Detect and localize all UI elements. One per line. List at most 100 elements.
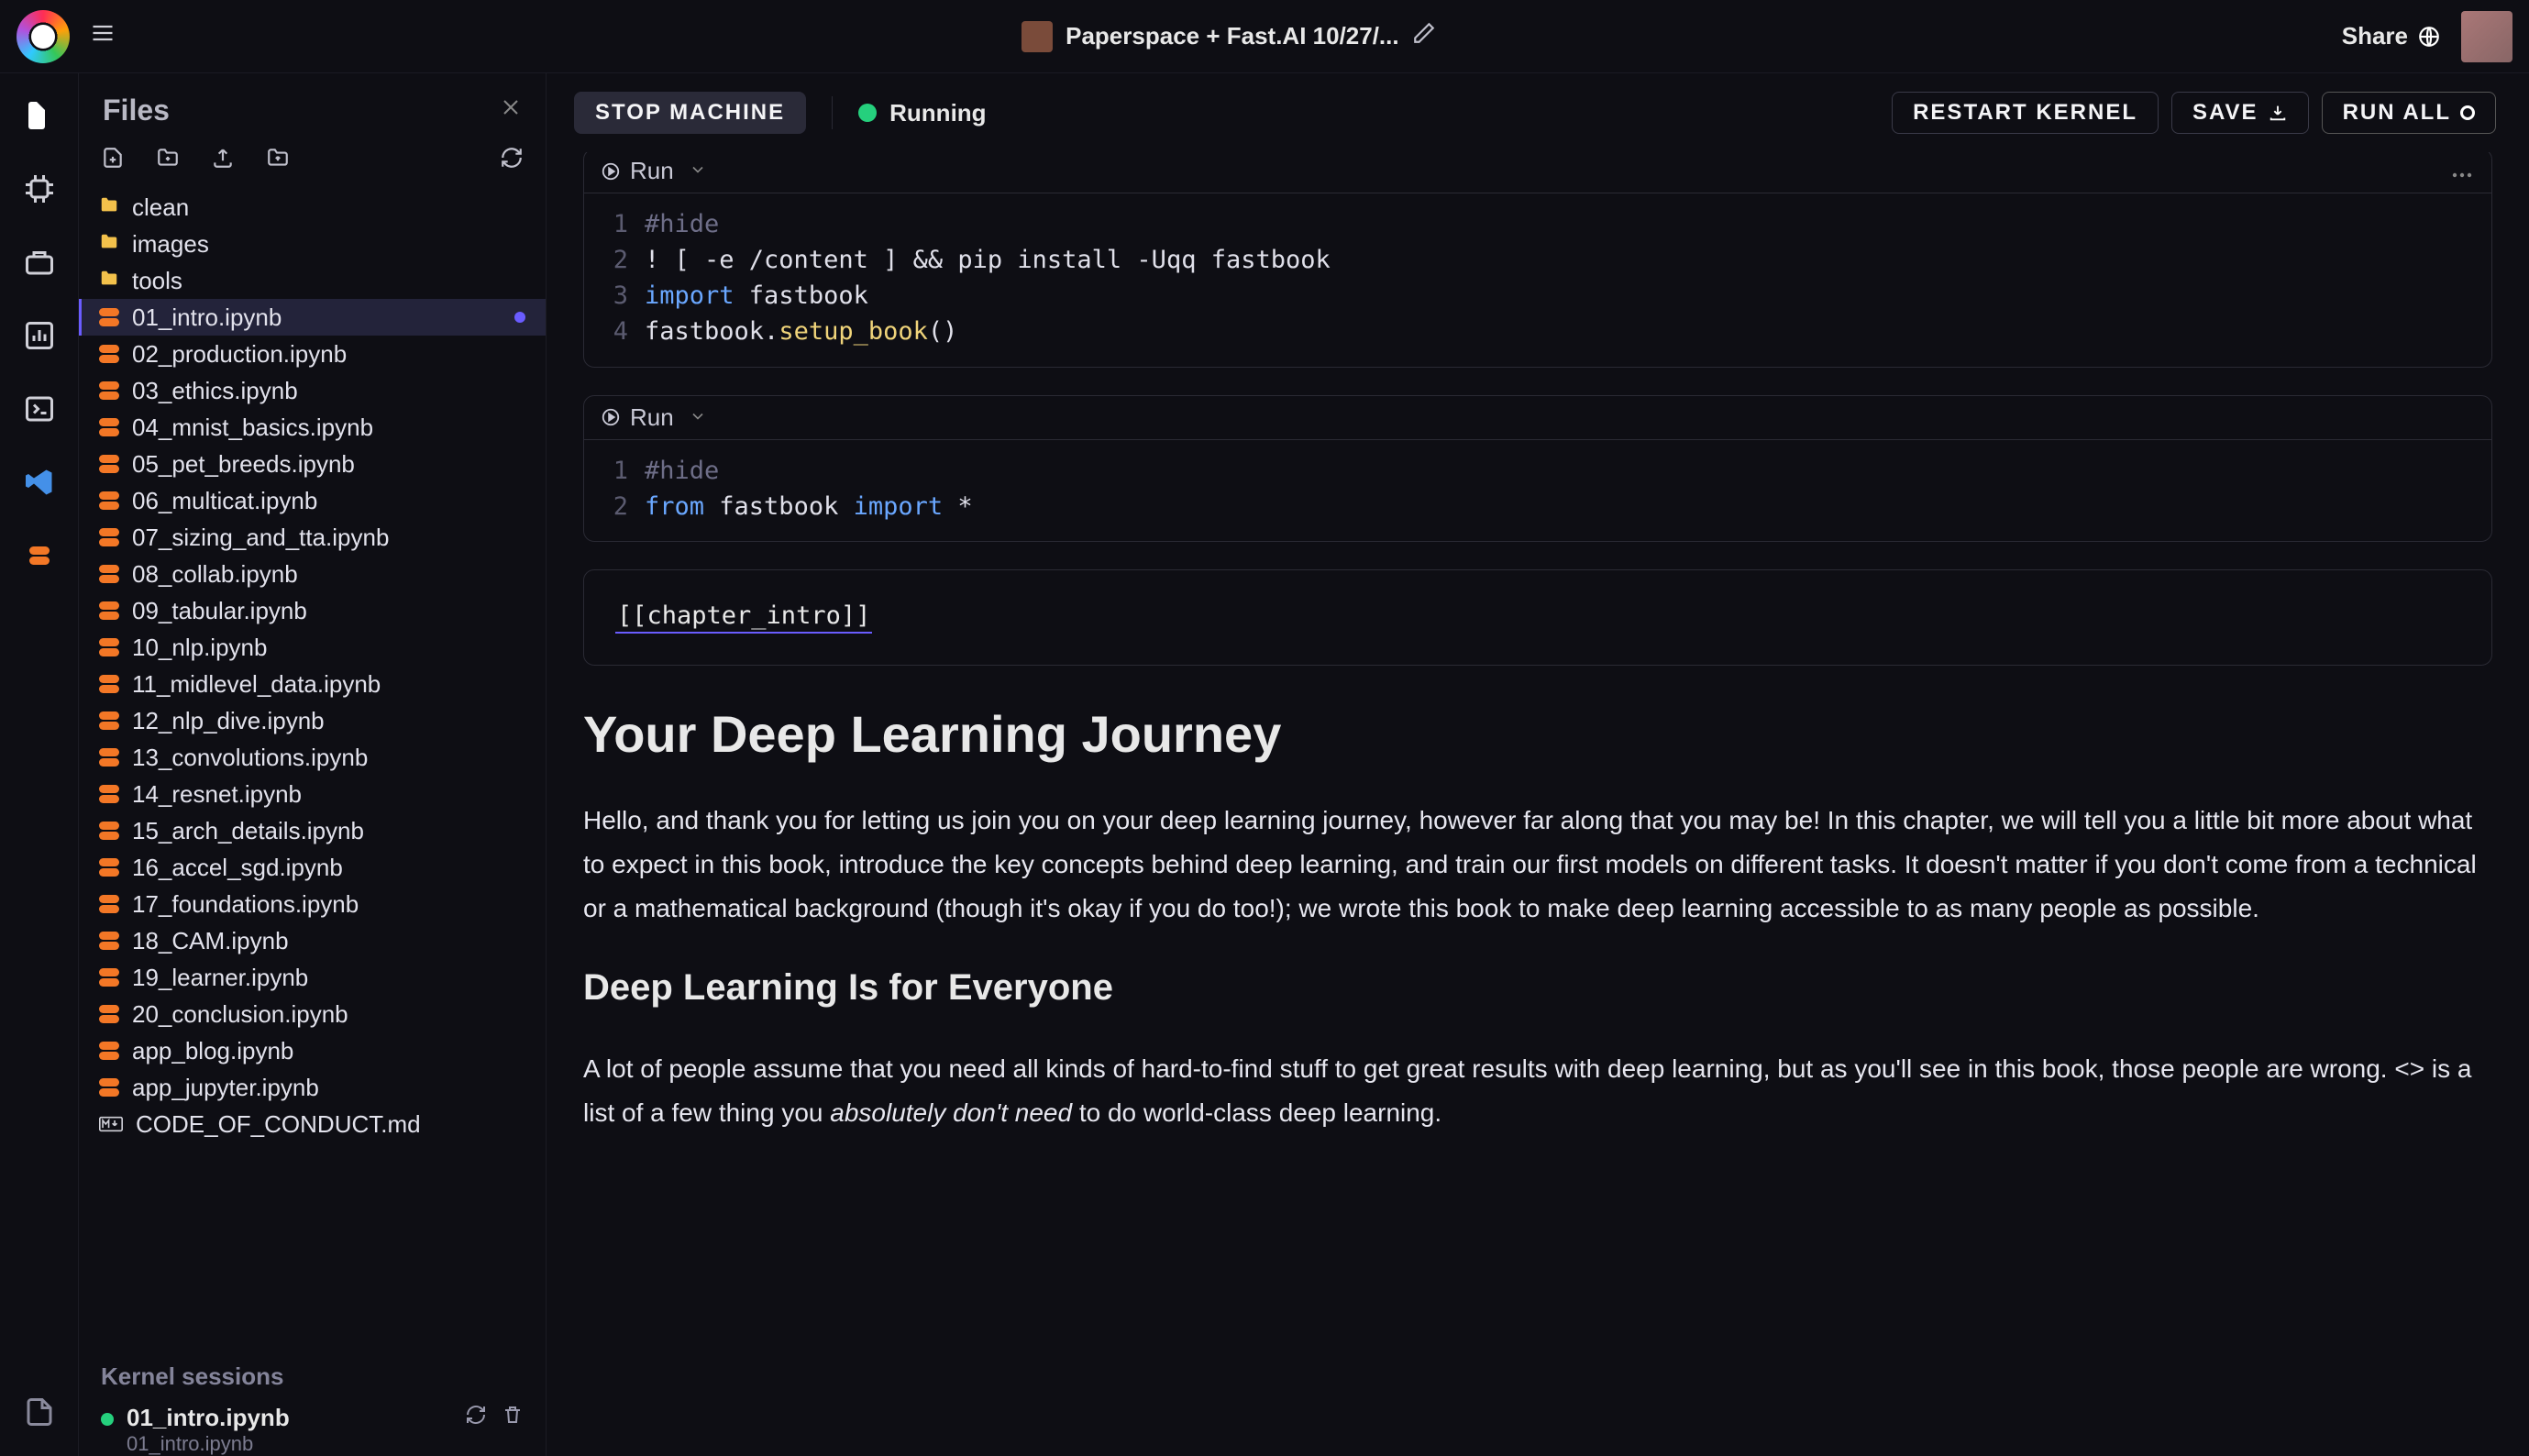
cell-menu-icon[interactable] [2449,157,2475,185]
jupyter-file-icon [99,454,119,474]
file-name: app_jupyter.ipynb [132,1074,319,1102]
code-area[interactable]: 1#hide 2from fastbook import * [584,439,2491,541]
jupyter-file-icon [99,417,119,437]
file-row[interactable]: 14_resnet.ipynb [79,776,546,812]
file-row[interactable]: 17_foundations.ipynb [79,886,546,922]
file-name: 19_learner.ipynb [132,964,308,992]
file-row[interactable]: 13_convolutions.ipynb [79,739,546,776]
kernel-restart-icon[interactable] [465,1404,487,1432]
file-name: app_blog.ipynb [132,1037,293,1065]
kernel-status-dot [101,1413,114,1426]
file-row[interactable]: 10_nlp.ipynb [79,629,546,666]
rail-vscode-icon[interactable] [21,464,58,501]
folder-icon [99,193,119,222]
edit-title-icon[interactable] [1412,21,1436,51]
kernel-path: 01_intro.ipynb [127,1432,290,1456]
rail-compute-icon[interactable] [21,171,58,207]
folder-name: images [132,230,209,259]
file-row[interactable]: 20_conclusion.ipynb [79,996,546,1032]
run-label: Run [630,157,674,185]
jupyter-file-icon [99,344,119,364]
file-name: 08_collab.ipynb [132,560,298,589]
file-row[interactable]: 02_production.ipynb [79,336,546,372]
markdown-h2: Deep Learning Is for Everyone [583,967,2492,1009]
folder-row[interactable]: clean [79,189,546,226]
sidebar-title: Files [103,94,487,127]
rail-files-icon[interactable] [21,97,58,134]
folder-icon [99,230,119,259]
file-row[interactable]: app_jupyter.ipynb [79,1069,546,1106]
menu-icon[interactable] [90,20,116,52]
machine-status: Running [858,99,986,127]
save-label: SAVE [2192,100,2258,126]
stop-machine-button[interactable]: STOP MACHINE [574,92,806,134]
markdown-paragraph: Hello, and thank you for letting us join… [583,799,2492,931]
new-folder-icon[interactable] [156,146,180,176]
file-name: 17_foundations.ipynb [132,890,359,919]
icon-rail [0,73,79,1456]
folder-row[interactable]: tools [79,262,546,299]
rail-metrics-icon[interactable] [21,317,58,354]
jupyter-file-icon [99,601,119,621]
user-avatar[interactable] [2461,11,2512,62]
file-row[interactable]: 01_intro.ipynb [79,299,546,336]
new-file-icon[interactable] [101,146,125,176]
rail-datasets-icon[interactable] [21,244,58,281]
save-button[interactable]: SAVE [2171,92,2309,134]
app-logo[interactable] [17,10,70,63]
file-name: 20_conclusion.ipynb [132,1000,348,1029]
markdown-file-icon [99,1110,123,1139]
run-label: Run [630,403,674,432]
file-toolbar [79,138,546,189]
file-name: 16_accel_sgd.ipynb [132,854,343,882]
rail-terminal-icon[interactable] [21,391,58,427]
file-name: 04_mnist_basics.ipynb [132,414,373,442]
file-name: 03_ethics.ipynb [132,377,298,405]
jupyter-file-icon [99,1077,119,1098]
action-bar: STOP MACHINE Running RESTART KERNEL SAVE… [547,73,2529,152]
file-row[interactable]: 11_midlevel_data.ipynb [79,666,546,702]
file-name: 13_convolutions.ipynb [132,744,368,772]
share-button[interactable]: Share [2342,22,2441,50]
file-row[interactable]: app_blog.ipynb [79,1032,546,1069]
kernel-title: Kernel sessions [101,1362,524,1391]
upload-file-icon[interactable] [211,146,235,176]
run-cell-button[interactable]: Run [601,157,674,185]
file-row[interactable]: 09_tabular.ipynb [79,592,546,629]
file-row[interactable]: 15_arch_details.ipynb [79,812,546,849]
share-label: Share [2342,22,2408,50]
run-all-button[interactable]: RUN ALL [2322,92,2496,134]
project-title: Paperspace + Fast.AI 10/27/... [1066,22,1398,50]
rail-docs-icon[interactable] [21,1394,58,1430]
chevron-down-icon[interactable] [689,403,707,432]
file-row[interactable]: 03_ethics.ipynb [79,372,546,409]
chevron-down-icon[interactable] [689,157,707,185]
run-cell-button[interactable]: Run [601,403,674,432]
file-row[interactable]: 16_accel_sgd.ipynb [79,849,546,886]
folder-row[interactable]: images [79,226,546,262]
kernel-item[interactable]: 01_intro.ipynb 01_intro.ipynb [101,1404,524,1456]
close-sidebar-icon[interactable] [500,96,522,125]
file-row[interactable]: 05_pet_breeds.ipynb [79,446,546,482]
divider [832,96,833,129]
file-row[interactable]: 06_multicat.ipynb [79,482,546,519]
restart-kernel-button[interactable]: RESTART KERNEL [1892,92,2159,134]
code-cell-1[interactable]: Run 1#hide 2! [ -e /content ] && pip ins… [583,149,2492,368]
file-name: 15_arch_details.ipynb [132,817,364,845]
file-row[interactable]: 19_learner.ipynb [79,959,546,996]
file-row[interactable]: 04_mnist_basics.ipynb [79,409,546,446]
upload-folder-icon[interactable] [266,146,290,176]
rail-jupyter-icon[interactable] [21,537,58,574]
code-line: #hide [645,453,719,489]
file-row[interactable]: 07_sizing_and_tta.ipynb [79,519,546,556]
file-row[interactable]: 08_collab.ipynb [79,556,546,592]
file-row[interactable]: CODE_OF_CONDUCT.md [79,1106,546,1142]
kernel-delete-icon[interactable] [502,1404,524,1432]
file-row[interactable]: 18_CAM.ipynb [79,922,546,959]
code-area[interactable]: 1#hide 2! [ -e /content ] && pip install… [584,193,2491,367]
file-row[interactable]: 12_nlp_dive.ipynb [79,702,546,739]
refresh-icon[interactable] [500,146,524,176]
markdown-cell[interactable]: [[chapter_intro]] [583,569,2492,666]
file-name: 10_nlp.ipynb [132,634,267,662]
code-cell-2[interactable]: Run 1#hide 2from fastbook import * [583,395,2492,542]
